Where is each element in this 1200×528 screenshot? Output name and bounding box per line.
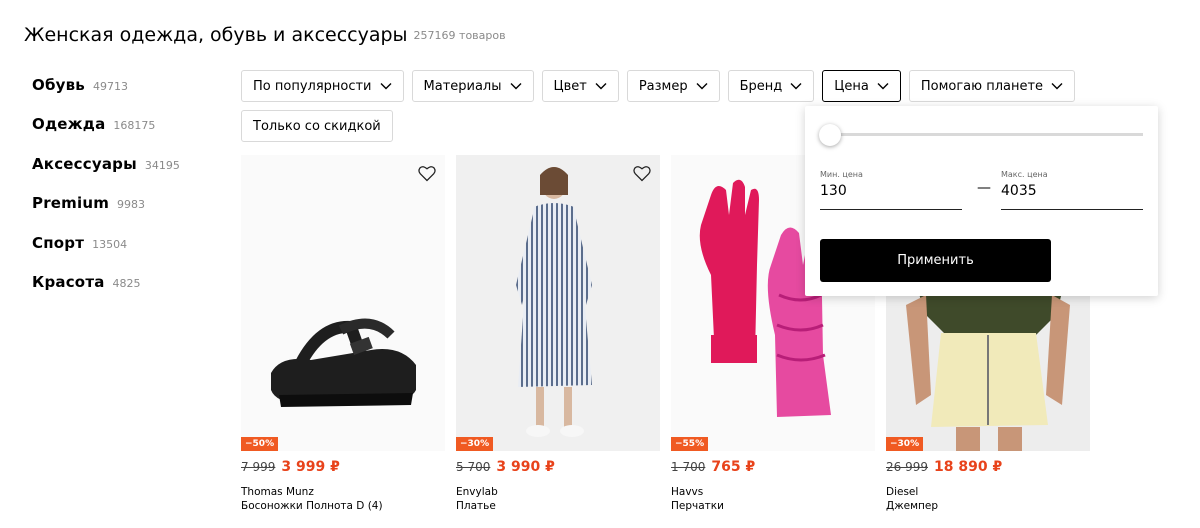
sidebar-item-count: 4825 <box>112 276 141 290</box>
sidebar-item-count: 49713 <box>92 80 128 93</box>
product-brand: Envylab <box>456 486 498 498</box>
old-price: 1 700 <box>671 460 706 474</box>
new-price: 18 890 ₽ <box>934 459 1003 475</box>
sidebar-item-premium[interactable]: Premium 9983 <box>32 194 232 233</box>
product-brand: Diesel <box>886 486 919 498</box>
sidebar-item-sport[interactable]: Спорт 13504 <box>32 234 232 273</box>
sidebar-item-label: Красота <box>32 272 105 291</box>
eco-label: Помогаю планете <box>920 78 1044 94</box>
sidebar-item-count: 13504 <box>92 237 128 251</box>
price-filter-popup: Мин. цена — Макс. цена Применить <box>805 106 1158 296</box>
brand-label: Бренд <box>739 78 783 94</box>
price-range-dash: — <box>977 180 991 196</box>
price-slider-track[interactable] <box>829 133 1143 136</box>
product-count: 257169 товаров <box>413 29 506 42</box>
new-price: 765 ₽ <box>711 459 756 475</box>
discount-badge: −50% <box>241 437 279 451</box>
sidebar-item-count: 168175 <box>113 119 156 133</box>
chevron-down-icon <box>790 83 802 90</box>
page-title: Женская одежда, обувь и аксессуары 257169… <box>24 24 506 46</box>
sidebar-item-accessories[interactable]: Аксессуары 34195 <box>32 155 232 194</box>
dress-image <box>456 155 660 451</box>
sidebar-item-count: 9983 <box>117 198 146 212</box>
discount-badge: −30% <box>456 437 494 451</box>
discount-badge: −30% <box>886 437 924 451</box>
sidebar-item-label: Одежда <box>32 115 106 134</box>
chevron-down-icon <box>510 83 522 90</box>
product-type: Босоножки Полнота D (4) <box>241 500 383 512</box>
chevron-down-icon <box>595 83 607 90</box>
new-price: 3 999 ₽ <box>281 459 340 475</box>
product-image: −30% <box>456 155 660 451</box>
max-price-label: Макс. цена <box>1001 170 1048 179</box>
max-price-field: Макс. цена <box>1001 170 1143 210</box>
brand-filter[interactable]: Бренд <box>727 70 815 102</box>
color-filter[interactable]: Цвет <box>541 70 619 102</box>
product-brand: Thomas Munz <box>241 486 314 498</box>
eco-filter[interactable]: Помогаю планете <box>908 70 1076 102</box>
sidebar-item-clothing[interactable]: Одежда 168175 <box>32 115 232 154</box>
sidebar-item-label: Обувь <box>32 76 85 94</box>
materials-filter[interactable]: Материалы <box>411 70 534 102</box>
new-price: 3 990 ₽ <box>496 459 555 475</box>
apply-button[interactable]: Применить <box>820 239 1051 282</box>
price-filter[interactable]: Цена <box>822 70 901 102</box>
sort-dropdown[interactable]: По популярности <box>241 70 404 102</box>
product-brand: Havvs <box>671 486 704 498</box>
old-price: 7 999 <box>241 460 276 474</box>
size-label: Размер <box>638 78 688 94</box>
product-type: Джемпер <box>886 500 939 512</box>
page-title-text: Женская одежда, обувь и аксессуары <box>24 24 408 46</box>
sidebar-item-label: Аксессуары <box>32 154 137 173</box>
materials-label: Материалы <box>423 78 502 94</box>
product-image: −50% <box>241 155 445 451</box>
min-price-input[interactable] <box>820 183 962 199</box>
favorite-heart-icon[interactable] <box>632 163 652 183</box>
sort-label: По популярности <box>253 78 372 94</box>
product-type: Перчатки <box>671 500 724 512</box>
chevron-down-icon <box>877 83 889 90</box>
size-filter[interactable]: Размер <box>626 70 720 102</box>
category-sidebar: Обувь 49713 Одежда 168175 Аксессуары 341… <box>32 76 232 312</box>
product-card[interactable]: −30% 5 700 3 990 ₽ Envylab Платье <box>456 155 660 512</box>
sidebar-item-beauty[interactable]: Красота 4825 <box>32 273 232 312</box>
old-price: 26 999 <box>886 460 928 474</box>
sidebar-item-count: 34195 <box>144 158 180 172</box>
price-slider-thumb[interactable] <box>819 124 841 146</box>
sidebar-item-shoes[interactable]: Обувь 49713 <box>32 76 232 115</box>
product-card[interactable]: −50% 7 999 3 999 ₽ Thomas Munz Босоножки… <box>241 155 445 512</box>
min-price-label: Мин. цена <box>820 170 863 179</box>
chevron-down-icon <box>696 83 708 90</box>
chevron-down-icon <box>380 83 392 90</box>
discount-only-toggle[interactable]: Только со скидкой <box>241 110 393 142</box>
price-label: Цена <box>834 78 869 94</box>
min-price-field: Мин. цена <box>820 170 962 210</box>
sandal-image <box>241 155 445 451</box>
discount-only-label: Только со скидкой <box>253 118 381 134</box>
favorite-heart-icon[interactable] <box>417 163 437 183</box>
product-type: Платье <box>456 500 496 512</box>
sidebar-item-label: Спорт <box>32 233 85 252</box>
chevron-down-icon <box>1051 83 1063 90</box>
sidebar-item-label: Premium <box>32 194 110 213</box>
discount-badge: −55% <box>671 437 709 451</box>
old-price: 5 700 <box>456 460 491 474</box>
max-price-input[interactable] <box>1001 183 1143 199</box>
color-label: Цвет <box>553 78 587 94</box>
